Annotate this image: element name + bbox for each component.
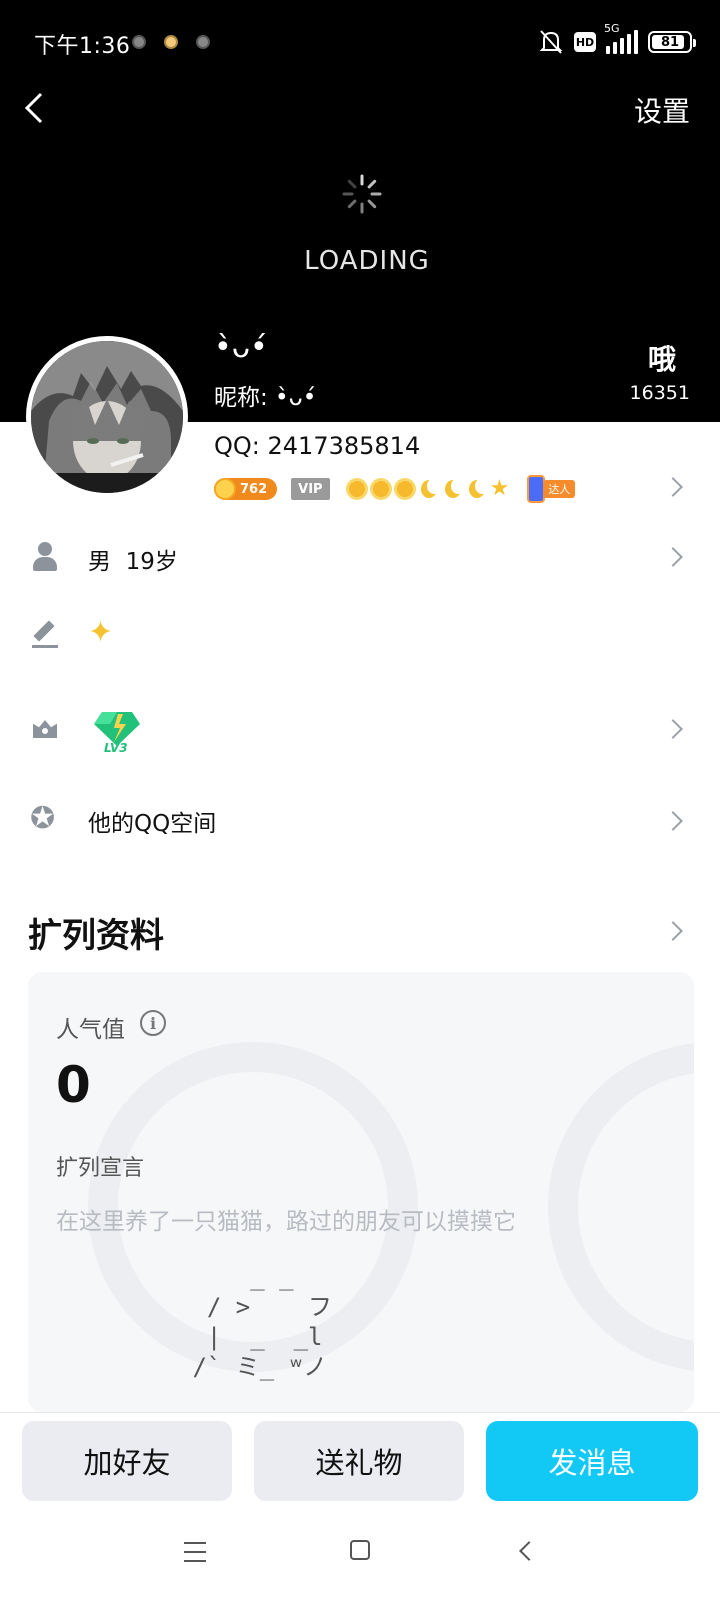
app-notification-icon [196,35,210,49]
moon-icon [418,478,441,500]
chevron-right-icon[interactable] [663,477,683,497]
sparkle-star-icon: ✦ [88,615,114,650]
status-time: 下午1:36 [34,34,131,59]
qzone-star-icon: ✪ [30,801,56,836]
gender-age-text: 男 19岁 [88,542,178,576]
info-icon[interactable]: i [140,1010,166,1036]
chevron-right-icon [663,811,683,831]
network-type: 5G [604,22,620,35]
popularity-value: 0 [56,1056,91,1114]
qzone-label: 他的QQ空间 [88,811,217,837]
signal-icon: 5G [604,22,638,54]
settings-button[interactable]: 设置 [634,90,690,130]
system-nav-bar [0,1510,720,1600]
battery-icon: 81 [648,31,696,53]
add-friend-button[interactable]: 加好友 [22,1421,232,1501]
nickname-display: •̀ᴗ•́ [214,330,268,365]
declaration-label: 扩列宣言 [56,1156,145,1181]
star-icon: ★ [489,476,510,501]
pencil-icon [30,618,60,648]
chevron-right-icon [663,547,683,567]
action-bar: 加好友 送礼物 发消息 [0,1412,720,1510]
send-message-button[interactable]: 发消息 [486,1421,698,1501]
row-qzone[interactable]: ✪ 他的QQ空间 [0,790,720,850]
avatar-image [31,341,183,493]
sun-icon [369,478,392,500]
status-right: HD 5G 81 [538,22,696,56]
nickname-prefix: 昵称: [214,385,268,411]
app-notification-icon [164,35,178,49]
status-bar: 下午1:36 HD 5G 81 [0,0,720,86]
back-button[interactable] [14,86,54,130]
cat-ascii-art: _ _ / > フ | _ _l /` ミ_ ʷノ [192,1263,333,1381]
coin-value: 762 [240,481,268,497]
battery-level: 81 [660,34,680,50]
moon-icon [466,478,489,500]
crown-icon [30,712,60,742]
qq-number: QQ: 2417385814 [214,432,420,460]
likes-label[interactable]: 哦 [648,338,676,378]
home-icon[interactable] [350,1540,370,1560]
bell-off-icon [539,30,563,54]
hd-icon: HD [574,32,596,52]
notification-icons [132,35,210,49]
chevron-right-icon[interactable] [663,921,683,941]
row-gender-age[interactable]: 男 19岁 [0,528,720,588]
talent-badge: 达人 [527,475,576,503]
loading-spinner-icon [342,174,382,214]
nav-back-icon[interactable] [519,1541,539,1561]
age-value: 19岁 [125,549,178,575]
coin-badge: 762 [214,478,278,500]
badge-row[interactable]: 762 VIP ★ 达人 [214,475,576,503]
likes-count: 16351 [629,382,690,404]
sun-icon [393,478,416,500]
loading-text: LOADING [304,246,430,276]
app-notification-icon [132,35,146,49]
qq-label: QQ: [214,432,260,460]
qq-value: 2417385814 [267,432,421,460]
chevron-right-icon [663,719,683,739]
avatar[interactable] [26,336,188,498]
person-icon [30,542,60,572]
coin-icon [214,478,236,500]
talent-label: 达人 [543,480,576,498]
qq-level-icons: ★ [345,476,510,501]
recent-apps-icon[interactable] [184,1542,206,1562]
popularity-label: 人气值 [56,1017,125,1043]
extended-profile-title: 扩列资料 [28,916,164,956]
sun-icon [345,478,368,500]
back-arrow-icon [24,92,43,124]
declaration-text: 在这里养了一只猫猫，路过的朋友可以摸摸它 [56,1209,516,1235]
vip-badge: VIP [291,478,330,500]
extended-profile-card: 人气值 i 0 扩列宣言 在这里养了一只猫猫，路过的朋友可以摸摸它 _ _ / … [28,972,694,1412]
gender-value: 男 [88,549,111,575]
nickname-value: •̀ᴗ•́ [267,385,317,411]
watermark-logo [548,1042,694,1372]
diamond-lv3-icon: LV3 [94,712,140,754]
moon-icon [442,478,465,500]
send-gift-button[interactable]: 送礼物 [254,1421,464,1501]
nickname-line: 昵称: •̀ᴗ•́ [214,378,316,412]
svg-text:LV3: LV3 [104,741,128,754]
